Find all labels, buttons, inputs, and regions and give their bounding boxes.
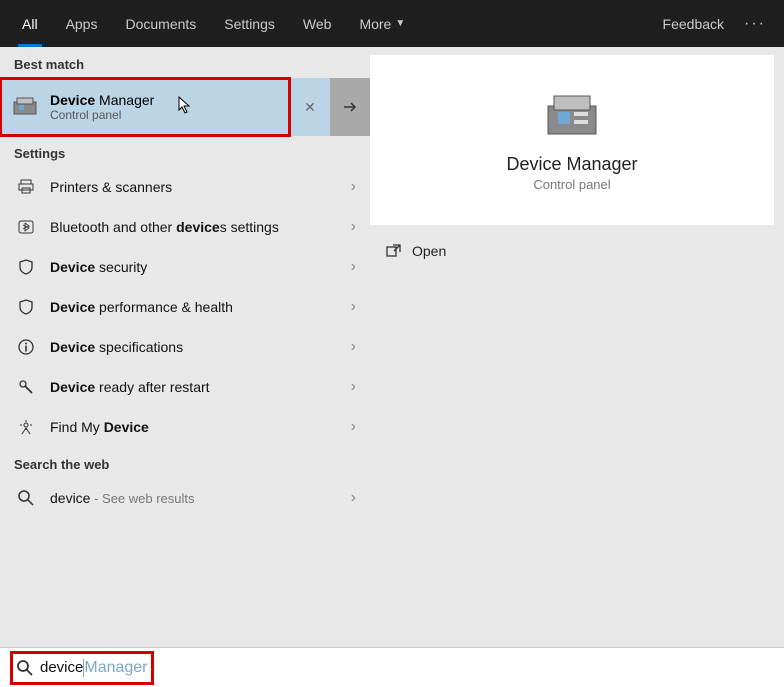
preview-title: Device Manager	[506, 154, 637, 175]
wrench-icon	[14, 378, 38, 396]
settings-item[interactable]: Bluetooth and other devices settings›	[0, 207, 370, 247]
tab-documents[interactable]: Documents	[111, 0, 210, 47]
chevron-right-icon: ›	[351, 338, 356, 356]
more-options-icon[interactable]: ···	[744, 15, 766, 33]
shield-icon	[14, 298, 38, 316]
search-autocomplete-text: Manager	[84, 659, 147, 677]
chevron-right-icon: ›	[351, 489, 356, 507]
search-web-heading: Search the web	[0, 447, 370, 478]
bluetooth-icon	[14, 218, 38, 236]
settings-item[interactable]: Device security›	[0, 247, 370, 287]
expand-preview-button[interactable]	[330, 78, 370, 136]
settings-item[interactable]: Printers & scanners›	[0, 167, 370, 207]
settings-item-label: Device performance & health	[50, 299, 351, 315]
chevron-right-icon: ›	[351, 218, 356, 236]
info-icon	[14, 338, 38, 356]
settings-item-label: Find My Device	[50, 419, 351, 435]
settings-heading: Settings	[0, 136, 370, 167]
preview-subtitle: Control panel	[533, 177, 610, 192]
preview-card: Device Manager Control panel	[370, 55, 774, 225]
chevron-right-icon: ›	[351, 298, 356, 316]
search-icon	[14, 489, 38, 507]
best-match-result[interactable]: Device Manager Control panel	[0, 78, 290, 136]
tab-more[interactable]: More▼	[345, 0, 419, 47]
chevron-right-icon: ›	[351, 258, 356, 276]
feedback-link[interactable]: Feedback	[663, 16, 724, 32]
tab-settings[interactable]: Settings	[210, 0, 289, 47]
settings-item-label: Device security	[50, 259, 351, 275]
best-match-title: Device Manager	[50, 92, 154, 108]
filter-tabs-bar: All Apps Documents Settings Web More▼ Fe…	[0, 0, 784, 47]
web-result-label: device - See web results	[50, 490, 351, 506]
search-typed-text: device	[40, 659, 83, 676]
search-input[interactable]: device Manager	[12, 653, 152, 683]
close-preview-button[interactable]: ✕	[290, 78, 330, 136]
settings-item-label: Device specifications	[50, 339, 351, 355]
search-icon	[16, 659, 34, 677]
preview-pane: Device Manager Control panel Open	[370, 47, 784, 647]
settings-item-label: Printers & scanners	[50, 179, 351, 195]
open-action[interactable]: Open	[370, 225, 774, 277]
device-manager-large-icon	[540, 88, 604, 142]
printer-icon	[14, 178, 38, 196]
best-match-subtitle: Control panel	[50, 108, 154, 122]
settings-item-label: Device ready after restart	[50, 379, 351, 395]
settings-item[interactable]: Device specifications›	[0, 327, 370, 367]
settings-item-label: Bluetooth and other devices settings	[50, 219, 351, 235]
open-label: Open	[412, 243, 446, 259]
device-manager-icon	[10, 92, 40, 122]
tab-web[interactable]: Web	[289, 0, 346, 47]
chevron-right-icon: ›	[351, 378, 356, 396]
locate-icon	[14, 418, 38, 436]
tab-all[interactable]: All	[8, 0, 52, 47]
chevron-down-icon: ▼	[395, 18, 405, 29]
settings-item[interactable]: Find My Device›	[0, 407, 370, 447]
best-match-heading: Best match	[0, 47, 370, 78]
results-pane: Best match Device Manager Control panel …	[0, 47, 370, 647]
tab-apps[interactable]: Apps	[52, 0, 112, 47]
search-bar: device Manager	[0, 647, 784, 687]
web-result-item[interactable]: device - See web results ›	[0, 478, 370, 518]
shield-icon	[14, 258, 38, 276]
settings-item[interactable]: Device performance & health›	[0, 287, 370, 327]
chevron-right-icon: ›	[351, 418, 356, 436]
open-icon	[386, 243, 402, 259]
chevron-right-icon: ›	[351, 178, 356, 196]
settings-item[interactable]: Device ready after restart›	[0, 367, 370, 407]
cursor-icon	[178, 96, 192, 114]
